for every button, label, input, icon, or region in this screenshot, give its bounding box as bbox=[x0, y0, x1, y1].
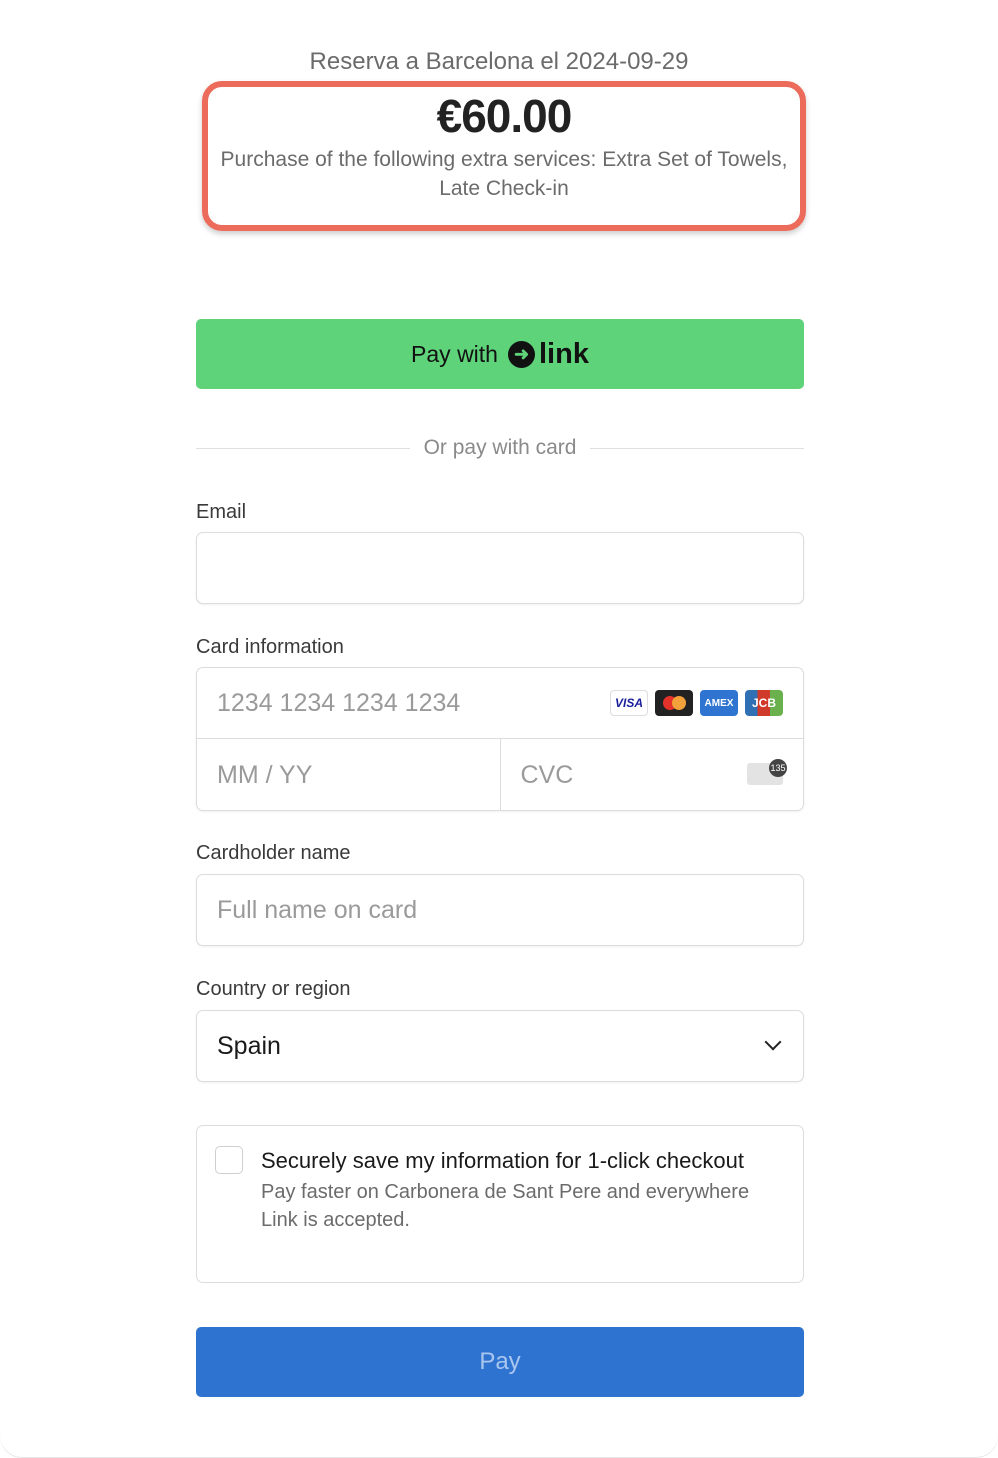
country-label: Country or region bbox=[196, 978, 351, 1000]
amex-icon: AMEX bbox=[700, 690, 738, 716]
email-field[interactable] bbox=[196, 532, 804, 604]
save-info-subtitle: Pay faster on Carbonera de Sant Pere and… bbox=[261, 1181, 750, 1231]
cardholder-label: Cardholder name bbox=[196, 842, 351, 864]
booking-title: Reserva a Barcelona el 2024-09-29 bbox=[309, 48, 689, 75]
save-info-title: Securely save my information for 1-click… bbox=[261, 1148, 744, 1173]
checkout-page: Reserva a Barcelona el 2024-09-29 €60.00… bbox=[0, 0, 998, 1458]
country-value: Spain bbox=[217, 1031, 281, 1060]
divider-text: Or pay with card bbox=[423, 436, 577, 459]
pay-label: Pay bbox=[479, 1348, 521, 1375]
pay-with-label: Pay with bbox=[411, 340, 498, 367]
cardholder-name-input[interactable]: Full name on card bbox=[196, 874, 804, 946]
country-select[interactable]: Spain bbox=[196, 1010, 804, 1082]
link-arrow-icon: ➜ bbox=[507, 340, 535, 368]
cvc-input[interactable]: CVC 135 bbox=[501, 739, 804, 811]
visa-icon: VISA bbox=[610, 690, 648, 716]
save-info-box: Securely save my information for 1-click… bbox=[196, 1125, 804, 1283]
pay-button[interactable]: Pay bbox=[196, 1327, 804, 1397]
chevron-down-icon bbox=[764, 1033, 782, 1051]
link-logo: ➜ link bbox=[507, 337, 589, 371]
expiry-input[interactable]: MM / YY bbox=[197, 739, 501, 811]
cardholder-placeholder: Full name on card bbox=[217, 895, 418, 924]
pay-with-link-button[interactable]: Pay with ➜ link bbox=[196, 319, 804, 389]
purchase-description: Purchase of the following extra services… bbox=[220, 148, 788, 200]
card-information: 1234 1234 1234 1234 VISA AMEX JCB MM / Y… bbox=[196, 667, 804, 811]
jcb-icon: JCB bbox=[745, 690, 783, 716]
cvc-placeholder: CVC bbox=[520, 760, 574, 789]
card-info-label: Card information bbox=[196, 636, 344, 658]
card-number-placeholder: 1234 1234 1234 1234 bbox=[217, 688, 461, 717]
email-label: Email bbox=[196, 501, 247, 523]
card-number-input[interactable]: 1234 1234 1234 1234 VISA AMEX JCB bbox=[197, 668, 803, 739]
amount-summary-highlight: €60.00 Purchase of the following extra s… bbox=[202, 81, 806, 231]
mastercard-icon bbox=[655, 690, 693, 716]
save-info-checkbox[interactable] bbox=[215, 1146, 243, 1174]
amount: €60.00 bbox=[436, 90, 573, 142]
expiry-placeholder: MM / YY bbox=[217, 760, 313, 789]
or-divider: Or pay with card bbox=[196, 436, 805, 460]
cvc-card-icon: 135 bbox=[747, 759, 787, 785]
cvc-hint: 135 bbox=[769, 759, 787, 777]
link-logo-text: link bbox=[538, 337, 589, 370]
